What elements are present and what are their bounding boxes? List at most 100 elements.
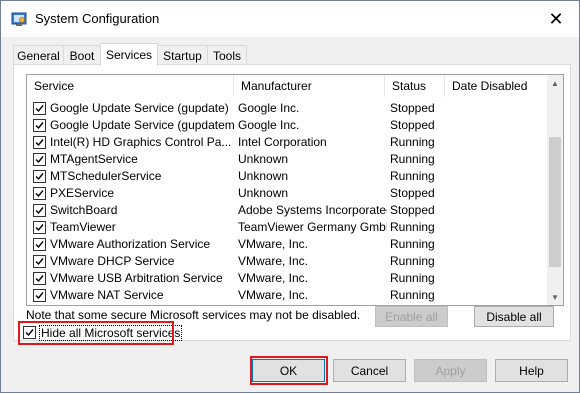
service-name: Google Update Service (gupdate)	[50, 101, 229, 115]
service-name: Intel(R) HD Graphics Control Pa...	[50, 135, 232, 149]
service-manufacturer: TeamViewer Germany GmbH	[238, 220, 387, 234]
close-button[interactable]: ✕	[533, 1, 579, 37]
scroll-down-arrow-icon[interactable]: ▼	[547, 289, 563, 305]
service-status: Running	[390, 237, 435, 251]
checkmark-icon	[35, 139, 44, 147]
list-item[interactable]: MTAgentService Unknown Running	[27, 151, 547, 168]
list-item[interactable]: Google Update Service (gupdate) Google In…	[27, 100, 547, 117]
service-status: Running	[390, 288, 435, 302]
service-checkbox[interactable]	[33, 255, 46, 268]
ok-button[interactable]: OK	[252, 359, 325, 382]
service-manufacturer: VMware, Inc.	[238, 288, 309, 302]
checkmark-icon	[35, 156, 44, 164]
checkmark-icon	[35, 292, 44, 300]
vertical-scrollbar[interactable]: ▲ ▼	[547, 75, 563, 305]
service-checkbox[interactable]	[33, 136, 46, 149]
service-checkbox[interactable]	[33, 204, 46, 217]
service-status: Running	[390, 135, 435, 149]
list-item[interactable]: VMware Authorization Service VMware, Inc.…	[27, 236, 547, 253]
column-header-status[interactable]: Status	[385, 75, 445, 97]
help-label: Help	[519, 363, 544, 378]
service-checkbox[interactable]	[33, 238, 46, 251]
list-header: Service Manufacturer Status Date Disable…	[27, 75, 547, 97]
help-button[interactable]: Help	[495, 359, 568, 382]
service-name: PXEService	[50, 186, 115, 200]
enable-all-label: Enable all	[385, 309, 438, 324]
service-status: Stopped	[390, 203, 435, 217]
service-name: VMware DHCP Service	[50, 254, 175, 268]
column-header-manufacturer[interactable]: Manufacturer	[234, 75, 385, 97]
service-status: Running	[390, 220, 435, 234]
disable-all-button[interactable]: Disable all	[474, 306, 554, 327]
service-name: Google Update Service (gupdatem)	[50, 118, 234, 132]
service-checkbox[interactable]	[33, 187, 46, 200]
checkmark-icon	[25, 329, 34, 337]
checkmark-icon	[35, 105, 44, 113]
tab-tools[interactable]: Tools	[207, 45, 247, 65]
service-status: Stopped	[390, 101, 435, 115]
service-manufacturer: Unknown	[238, 169, 289, 183]
secure-services-note: Note that some secure Microsoft services…	[26, 308, 361, 322]
service-status: Stopped	[390, 118, 435, 132]
list-item[interactable]: VMware NAT Service VMware, Inc. Running	[27, 287, 547, 304]
checkmark-icon	[35, 190, 44, 198]
list-item[interactable]: TeamViewer TeamViewer Germany GmbH Running	[27, 219, 547, 236]
cancel-button[interactable]: Cancel	[333, 359, 406, 382]
checkmark-icon	[35, 241, 44, 249]
apply-button[interactable]: Apply	[414, 359, 487, 382]
list-item[interactable]: VMware USB Arbitration Service VMware, In…	[27, 270, 547, 287]
service-manufacturer: Intel Corporation	[238, 135, 327, 149]
service-name: MTSchedulerService	[50, 169, 162, 183]
tab-boot[interactable]: Boot	[63, 45, 101, 65]
service-name: TeamViewer	[50, 220, 116, 234]
service-name: SwitchBoard	[50, 203, 118, 217]
list-item[interactable]: MTSchedulerService Unknown Running	[27, 168, 547, 185]
service-manufacturer: Unknown	[238, 152, 289, 166]
service-status: Running	[390, 271, 435, 285]
service-checkbox[interactable]	[33, 221, 46, 234]
scrollbar-thumb[interactable]	[549, 137, 561, 267]
service-status: Running	[390, 152, 435, 166]
list-item[interactable]: VMware DHCP Service VMware, Inc. Running	[27, 253, 547, 270]
service-manufacturer: VMware, Inc.	[238, 254, 309, 268]
service-checkbox[interactable]	[33, 153, 46, 166]
service-manufacturer: VMware, Inc.	[238, 237, 309, 251]
service-checkbox[interactable]	[33, 102, 46, 115]
scroll-up-arrow-icon[interactable]: ▲	[547, 75, 563, 91]
services-tab-panel: Service Manufacturer Status Date Disable…	[13, 64, 571, 341]
checkmark-icon	[35, 173, 44, 181]
ok-label: OK	[279, 363, 298, 378]
service-manufacturer: Adobe Systems Incorporated	[238, 203, 387, 217]
enable-all-button[interactable]: Enable all	[375, 306, 448, 327]
list-item[interactable]: PXEService Unknown Stopped	[27, 185, 547, 202]
list-item[interactable]: SwitchBoard Adobe Systems Incorporated Sto…	[27, 202, 547, 219]
service-checkbox[interactable]	[33, 289, 46, 302]
service-name: MTAgentService	[50, 152, 138, 166]
checkmark-icon	[35, 275, 44, 283]
tab-startup[interactable]: Startup	[157, 45, 208, 65]
service-checkbox[interactable]	[33, 170, 46, 183]
hide-microsoft-services-label: Hide all Microsoft services	[39, 325, 183, 341]
service-checkbox[interactable]	[33, 272, 46, 285]
checkbox-box[interactable]	[23, 326, 36, 339]
msconfig-app-icon	[11, 11, 27, 27]
service-status: Running	[390, 254, 435, 268]
checkmark-icon	[35, 122, 44, 130]
column-header-date-disabled[interactable]: Date Disabled	[445, 75, 547, 97]
system-configuration-window: System Configuration ✕ General Boot Serv…	[0, 0, 580, 393]
service-status: Stopped	[390, 186, 435, 200]
tab-general[interactable]: General	[13, 45, 64, 65]
checkmark-icon	[35, 258, 44, 266]
disable-all-label: Disable all	[486, 309, 542, 324]
service-manufacturer: Google Inc.	[238, 118, 300, 132]
service-checkbox[interactable]	[33, 119, 46, 132]
column-header-service[interactable]: Service	[27, 75, 234, 97]
close-icon: ✕	[548, 8, 564, 29]
service-name: VMware Authorization Service	[50, 237, 211, 251]
title-bar[interactable]: System Configuration ✕	[1, 1, 579, 37]
service-name: VMware USB Arbitration Service	[50, 271, 223, 285]
tab-services[interactable]: Services	[100, 43, 158, 66]
list-item[interactable]: Intel(R) HD Graphics Control Pa... Intel …	[27, 134, 547, 151]
list-item[interactable]: Google Update Service (gupdatem) Google I…	[27, 117, 547, 134]
services-list[interactable]: Service Manufacturer Status Date Disable…	[26, 74, 564, 306]
